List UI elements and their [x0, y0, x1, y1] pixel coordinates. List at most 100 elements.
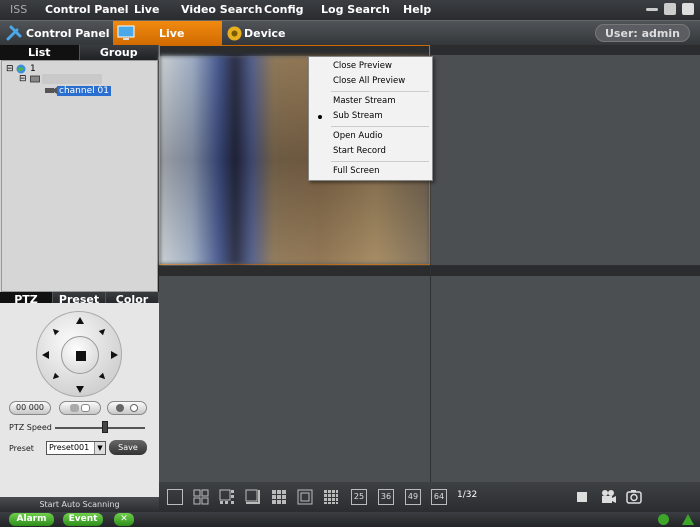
tree-sub-expand-icon[interactable]: ⊟	[19, 74, 27, 84]
live-tab-button[interactable]: Live	[113, 21, 222, 46]
ptz-speed-label: PTZ Speed	[9, 423, 52, 432]
layout-49-icon[interactable]: 49	[405, 489, 421, 505]
arrow-down-right-icon[interactable]	[98, 372, 108, 382]
ptz-stop-button[interactable]	[61, 336, 99, 374]
arrow-down-icon[interactable]	[76, 386, 84, 393]
user-badge: User: admin	[595, 24, 690, 42]
preset-value: Preset001	[49, 443, 90, 452]
ptz-control-panel: 00 000 PTZ Speed Preset Preset001 ▼ Save	[0, 303, 159, 503]
control-panel-label: Control Panel	[26, 27, 110, 40]
layout-bar: 25 36 49 64 1/32	[159, 482, 700, 512]
focus-near-icon	[69, 404, 79, 412]
device-manage-button[interactable]: Device Manage	[224, 21, 324, 65]
ctx-start-record[interactable]: Start Record	[333, 146, 386, 156]
menu-log-search[interactable]: Log Search	[321, 3, 390, 16]
ctx-master-stream[interactable]: Master Stream	[333, 96, 395, 106]
restore-icon[interactable]	[664, 3, 676, 15]
zoom-control[interactable]: 00 000	[9, 401, 51, 415]
ctx-sub-stream[interactable]: Sub Stream	[333, 111, 383, 121]
focus-far-icon	[81, 404, 91, 412]
app-window: ISS Control Panel Live Video Search Conf…	[0, 0, 700, 527]
page-indicator: 1/32	[457, 490, 478, 500]
menu-help[interactable]: Help	[403, 3, 431, 16]
auto-scan-button[interactable]: Start Auto Scanning	[0, 497, 159, 512]
layout-25-icon[interactable]: 25	[351, 489, 367, 505]
main-toolbar: Control Panel Live Device Manage User: a…	[0, 20, 700, 65]
layout-16-icon[interactable]	[323, 489, 339, 505]
arrow-up-left-icon[interactable]	[50, 326, 60, 336]
iris-control[interactable]	[107, 401, 147, 415]
layout-1-icon[interactable]	[167, 489, 183, 505]
globe-icon	[16, 64, 26, 74]
tree-expand-icon[interactable]: ⊟	[6, 64, 14, 74]
video-cell-4[interactable]	[431, 266, 700, 482]
stop-icon	[76, 351, 86, 361]
preset-select[interactable]: Preset001 ▼	[46, 441, 106, 455]
video-cell-header	[431, 266, 700, 276]
selected-dot-icon	[318, 115, 322, 119]
alarm-button[interactable]: Alarm	[9, 513, 54, 526]
arrow-left-icon[interactable]	[42, 351, 49, 359]
ptz-speed-slider[interactable]	[55, 427, 145, 429]
status-bar: Alarm Event ✕	[0, 512, 700, 527]
stop-all-icon[interactable]	[577, 492, 587, 502]
layout-64-icon[interactable]: 64	[431, 489, 447, 505]
tools-icon	[6, 25, 22, 41]
dvr-icon	[30, 75, 40, 83]
tab-list[interactable]: List	[0, 45, 80, 60]
layout-10-icon[interactable]	[297, 489, 313, 505]
layout-8-icon[interactable]	[245, 489, 261, 505]
device-list-tabs: List Group	[0, 45, 159, 60]
video-cell-2[interactable]	[431, 45, 700, 265]
tree-channel-item[interactable]: channel 01	[57, 86, 111, 96]
menu-separator	[331, 126, 429, 127]
menu-separator	[331, 91, 429, 92]
menu-video-search[interactable]: Video Search	[181, 3, 262, 16]
video-cell-header	[431, 45, 700, 55]
close-icon[interactable]	[682, 3, 694, 15]
menu-live[interactable]: Live	[134, 3, 159, 16]
ctx-full-screen[interactable]: Full Screen	[333, 166, 379, 176]
layout-36-icon[interactable]: 36	[378, 489, 394, 505]
layout-9-icon[interactable]	[271, 489, 287, 505]
tree-root-label[interactable]: 1	[30, 64, 36, 74]
menu-config[interactable]: Config	[264, 3, 304, 16]
gear-icon	[227, 26, 242, 41]
ctx-close-preview[interactable]: Close Preview	[333, 61, 392, 71]
monitor-icon	[117, 25, 135, 40]
device-tree: ⊟ 1 ⊟ channel 01	[1, 60, 158, 292]
layout-4-icon[interactable]	[193, 489, 209, 505]
arrow-down-left-icon[interactable]	[50, 372, 60, 382]
ctx-close-all-preview[interactable]: Close All Preview	[333, 76, 405, 86]
snapshot-icon[interactable]	[626, 489, 642, 504]
save-preset-button[interactable]: Save	[109, 440, 147, 455]
focus-control[interactable]	[59, 401, 101, 415]
chevron-down-icon[interactable]: ▼	[94, 442, 105, 454]
ptz-direction-pad[interactable]	[36, 311, 122, 397]
mute-icon[interactable]: ✕	[114, 513, 134, 526]
video-cell-3[interactable]	[159, 266, 430, 482]
upload-arrow-icon[interactable]	[682, 514, 694, 525]
layout-6-icon[interactable]	[219, 489, 235, 505]
arrow-up-icon[interactable]	[76, 317, 84, 324]
video-cell-header	[159, 266, 430, 276]
menu-control-panel[interactable]: Control Panel	[45, 3, 129, 16]
preset-label: Preset	[9, 444, 34, 453]
camera-icon	[45, 87, 57, 94]
event-button[interactable]: Event	[63, 513, 103, 526]
ptz-speed-thumb[interactable]	[101, 421, 108, 433]
menu-bar: ISS Control Panel Live Video Search Conf…	[0, 0, 700, 20]
zoom-in-icon[interactable]	[658, 514, 669, 525]
tab-group[interactable]: Group	[80, 45, 159, 60]
menu-separator	[331, 161, 429, 162]
record-icon[interactable]	[600, 489, 618, 505]
control-panel-button[interactable]: Control Panel	[0, 21, 112, 46]
minimize-icon[interactable]	[646, 8, 658, 11]
arrow-up-right-icon[interactable]	[98, 326, 108, 336]
iris-close-icon	[115, 404, 124, 412]
device-name-field[interactable]	[42, 74, 102, 84]
context-menu: Close Preview Close All Preview Master S…	[308, 56, 433, 181]
app-brand: ISS	[10, 3, 28, 16]
ctx-open-audio[interactable]: Open Audio	[333, 131, 383, 141]
arrow-right-icon[interactable]	[111, 351, 118, 359]
